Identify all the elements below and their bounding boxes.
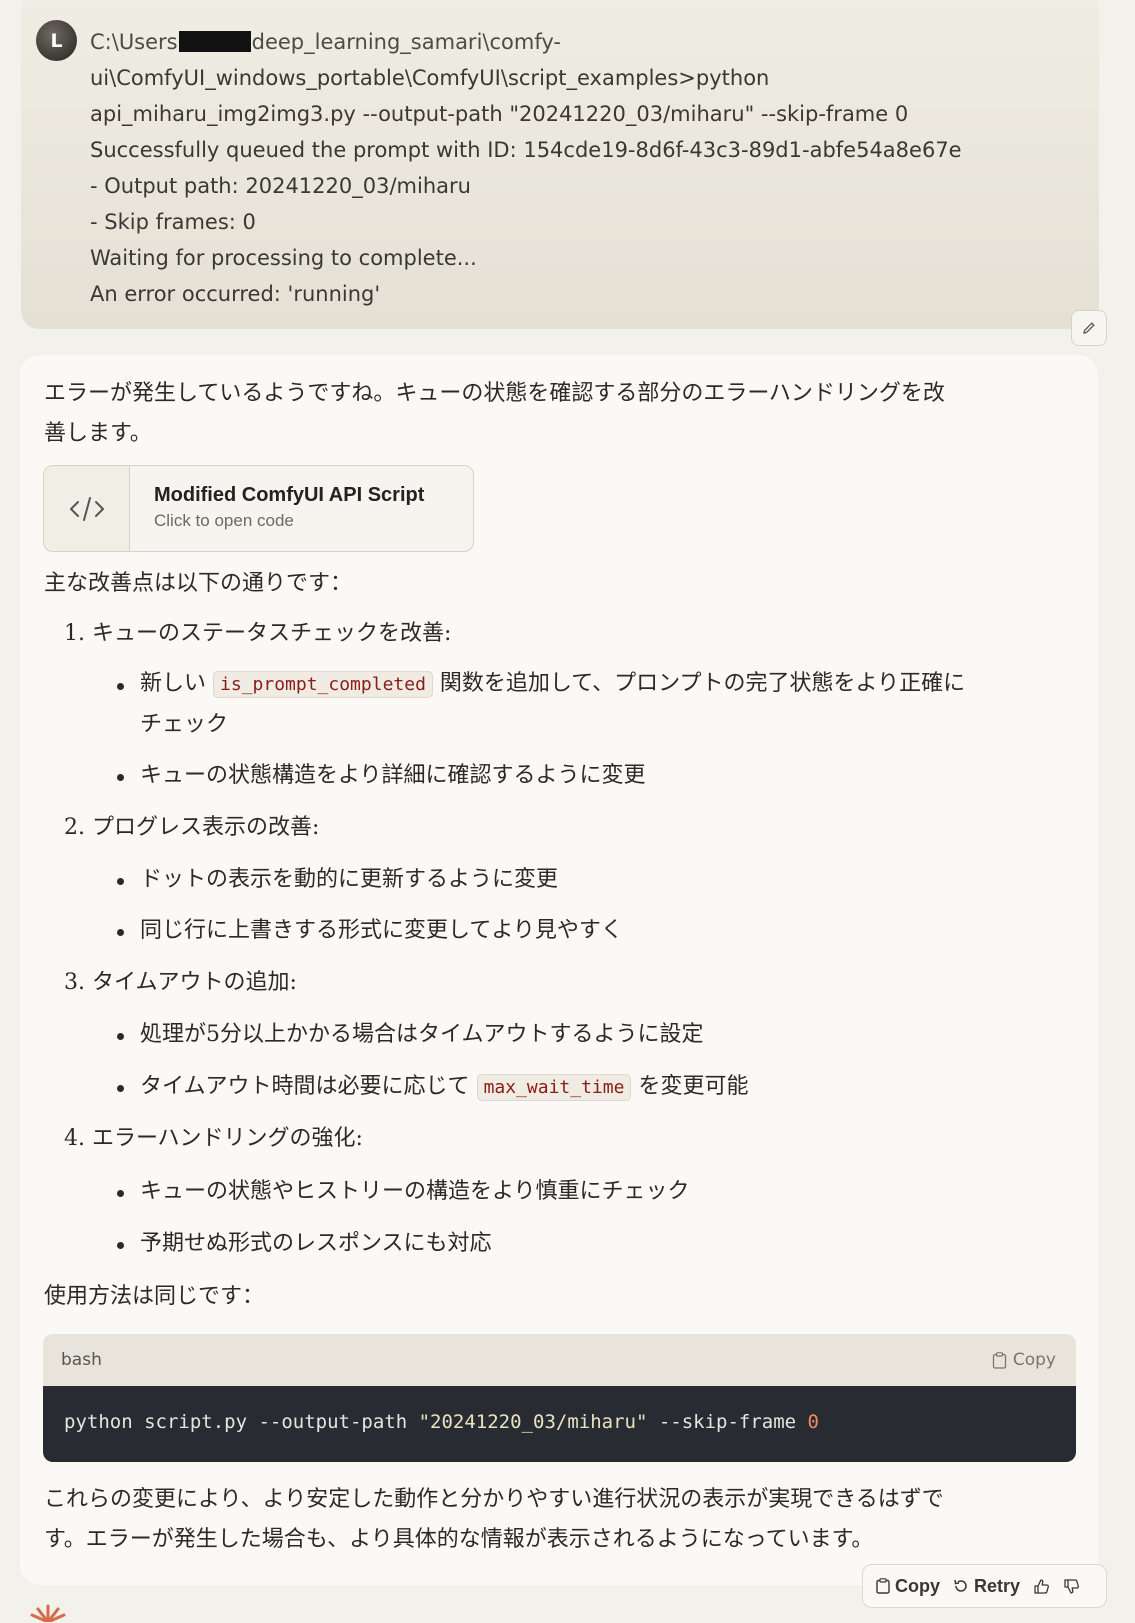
bullet-4b: 予期せぬ形式のレスポンスにも対応 [140, 1231, 492, 1256]
bullet-dot [117, 1242, 124, 1249]
list-item-2: 2. プログレス表示の改善: [64, 815, 320, 840]
closing-paragraph: これらの変更により、より安定した動作と分かりやすい進行状況の表示が実現できるはず… [44, 1480, 1024, 1560]
thumbs-up-icon [1034, 1578, 1049, 1594]
copy-response-button[interactable]: Copy [876, 1576, 940, 1597]
bullet-dot [117, 929, 124, 936]
bullet-1a-continued: チェック [140, 712, 229, 737]
closing-line-2: す。エラーが発生した場合も、より具体的な情報が表示されるようになっています。 [44, 1527, 874, 1552]
clipboard-icon [992, 1351, 1007, 1369]
thumbs-down-icon [1064, 1578, 1079, 1594]
user-message-text: C:\Users deep_learning_samari\comfy- ui\C… [90, 24, 1070, 312]
list-item-3: 3. タイムアウトの追加: [64, 970, 297, 995]
edit-message-button[interactable] [1071, 310, 1107, 346]
thumbs-down-button[interactable] [1063, 1578, 1080, 1595]
user-line-4: Successfully queued the prompt with ID: … [90, 138, 962, 162]
intro-line-2: 善します。 [44, 421, 152, 446]
bullet-dot [117, 1085, 124, 1092]
intro-line-1: エラーが発生しているようですね。キューの状態を確認する部分のエラーハンドリングを… [44, 381, 945, 406]
bullet-dot [117, 1033, 124, 1040]
list-item-4: 4. エラーハンドリングの強化: [64, 1126, 363, 1151]
redacted-username [178, 31, 251, 52]
bullet-3b: タイムアウト時間は必要に応じて max_wait_time を変更可能 [140, 1074, 749, 1101]
bullet-dot [117, 878, 124, 885]
intro-paragraph: エラーが発生しているようですね。キューの状態を確認する部分のエラーハンドリングを… [44, 374, 1024, 454]
code-block: python script.py --output-path "20241220… [43, 1386, 1076, 1462]
code-block-header: bash Copy [43, 1334, 1076, 1386]
bullet-dot [117, 1190, 124, 1197]
inline-code-max-wait-time: max_wait_time [476, 1074, 632, 1101]
user-line-1: C:\Users deep_learning_samari\comfy- [90, 30, 561, 54]
pencil-icon [1083, 322, 1095, 334]
artifact-subtitle: Click to open code [154, 511, 294, 530]
user-avatar: L [36, 20, 77, 61]
artifact-card[interactable]: Modified ComfyUI API Script Click to ope… [43, 465, 474, 552]
usage-lead: 使用方法は同じです： [44, 1284, 265, 1309]
bullet-4a: キューの状態やヒストリーの構造をより慎重にチェック [140, 1179, 690, 1204]
bullet-3a: 処理が5分以上かかる場合はタイムアウトするように設定 [140, 1022, 704, 1047]
artifact-title: Modified ComfyUI API Script [154, 484, 425, 506]
thumbs-up-button[interactable] [1033, 1578, 1050, 1595]
assistant-logo-icon [30, 1604, 66, 1622]
user-line-5: - Output path: 20241220_03/miharu [90, 174, 471, 198]
user-line-6: - Skip frames: 0 [90, 210, 256, 234]
closing-line-1: これらの変更により、より安定した動作と分かりやすい進行状況の表示が実現できるはず… [44, 1487, 944, 1512]
user-line-3: api_miharu_img2img3.py --output-path "20… [90, 102, 909, 126]
clipboard-icon [876, 1578, 890, 1594]
list-item-1: 1. キューのステータスチェックを改善: [64, 621, 452, 646]
bullet-1b: キューの状態構造をより詳細に確認するように変更 [140, 763, 646, 788]
user-line-8: An error occurred: 'running' [90, 282, 381, 306]
code-language-label: bash [61, 1350, 102, 1370]
code-icon [44, 466, 130, 551]
user-line-7: Waiting for processing to complete... [90, 246, 477, 270]
bullet-dot [117, 683, 124, 690]
inline-code-is-prompt-completed: is_prompt_completed [213, 671, 433, 698]
bullet-1a: 新しい is_prompt_completed 関数を追加して、プロンプトの完了… [140, 671, 966, 698]
user-line-2: ui\ComfyUI_windows_portable\ComfyUI\scri… [90, 66, 770, 90]
retry-button[interactable]: Retry [953, 1576, 1020, 1597]
improvements-lead: 主な改善点は以下の通りです： [44, 571, 353, 596]
bullet-dot [117, 774, 124, 781]
retry-icon [954, 1579, 967, 1592]
message-action-bar: Copy Retry [862, 1564, 1107, 1608]
bullet-2b: 同じ行に上書きする形式に変更してより見やすく [140, 918, 623, 943]
code-copy-button[interactable]: Copy [992, 1350, 1056, 1370]
bullet-2a: ドットの表示を動的に更新するように変更 [140, 867, 559, 892]
